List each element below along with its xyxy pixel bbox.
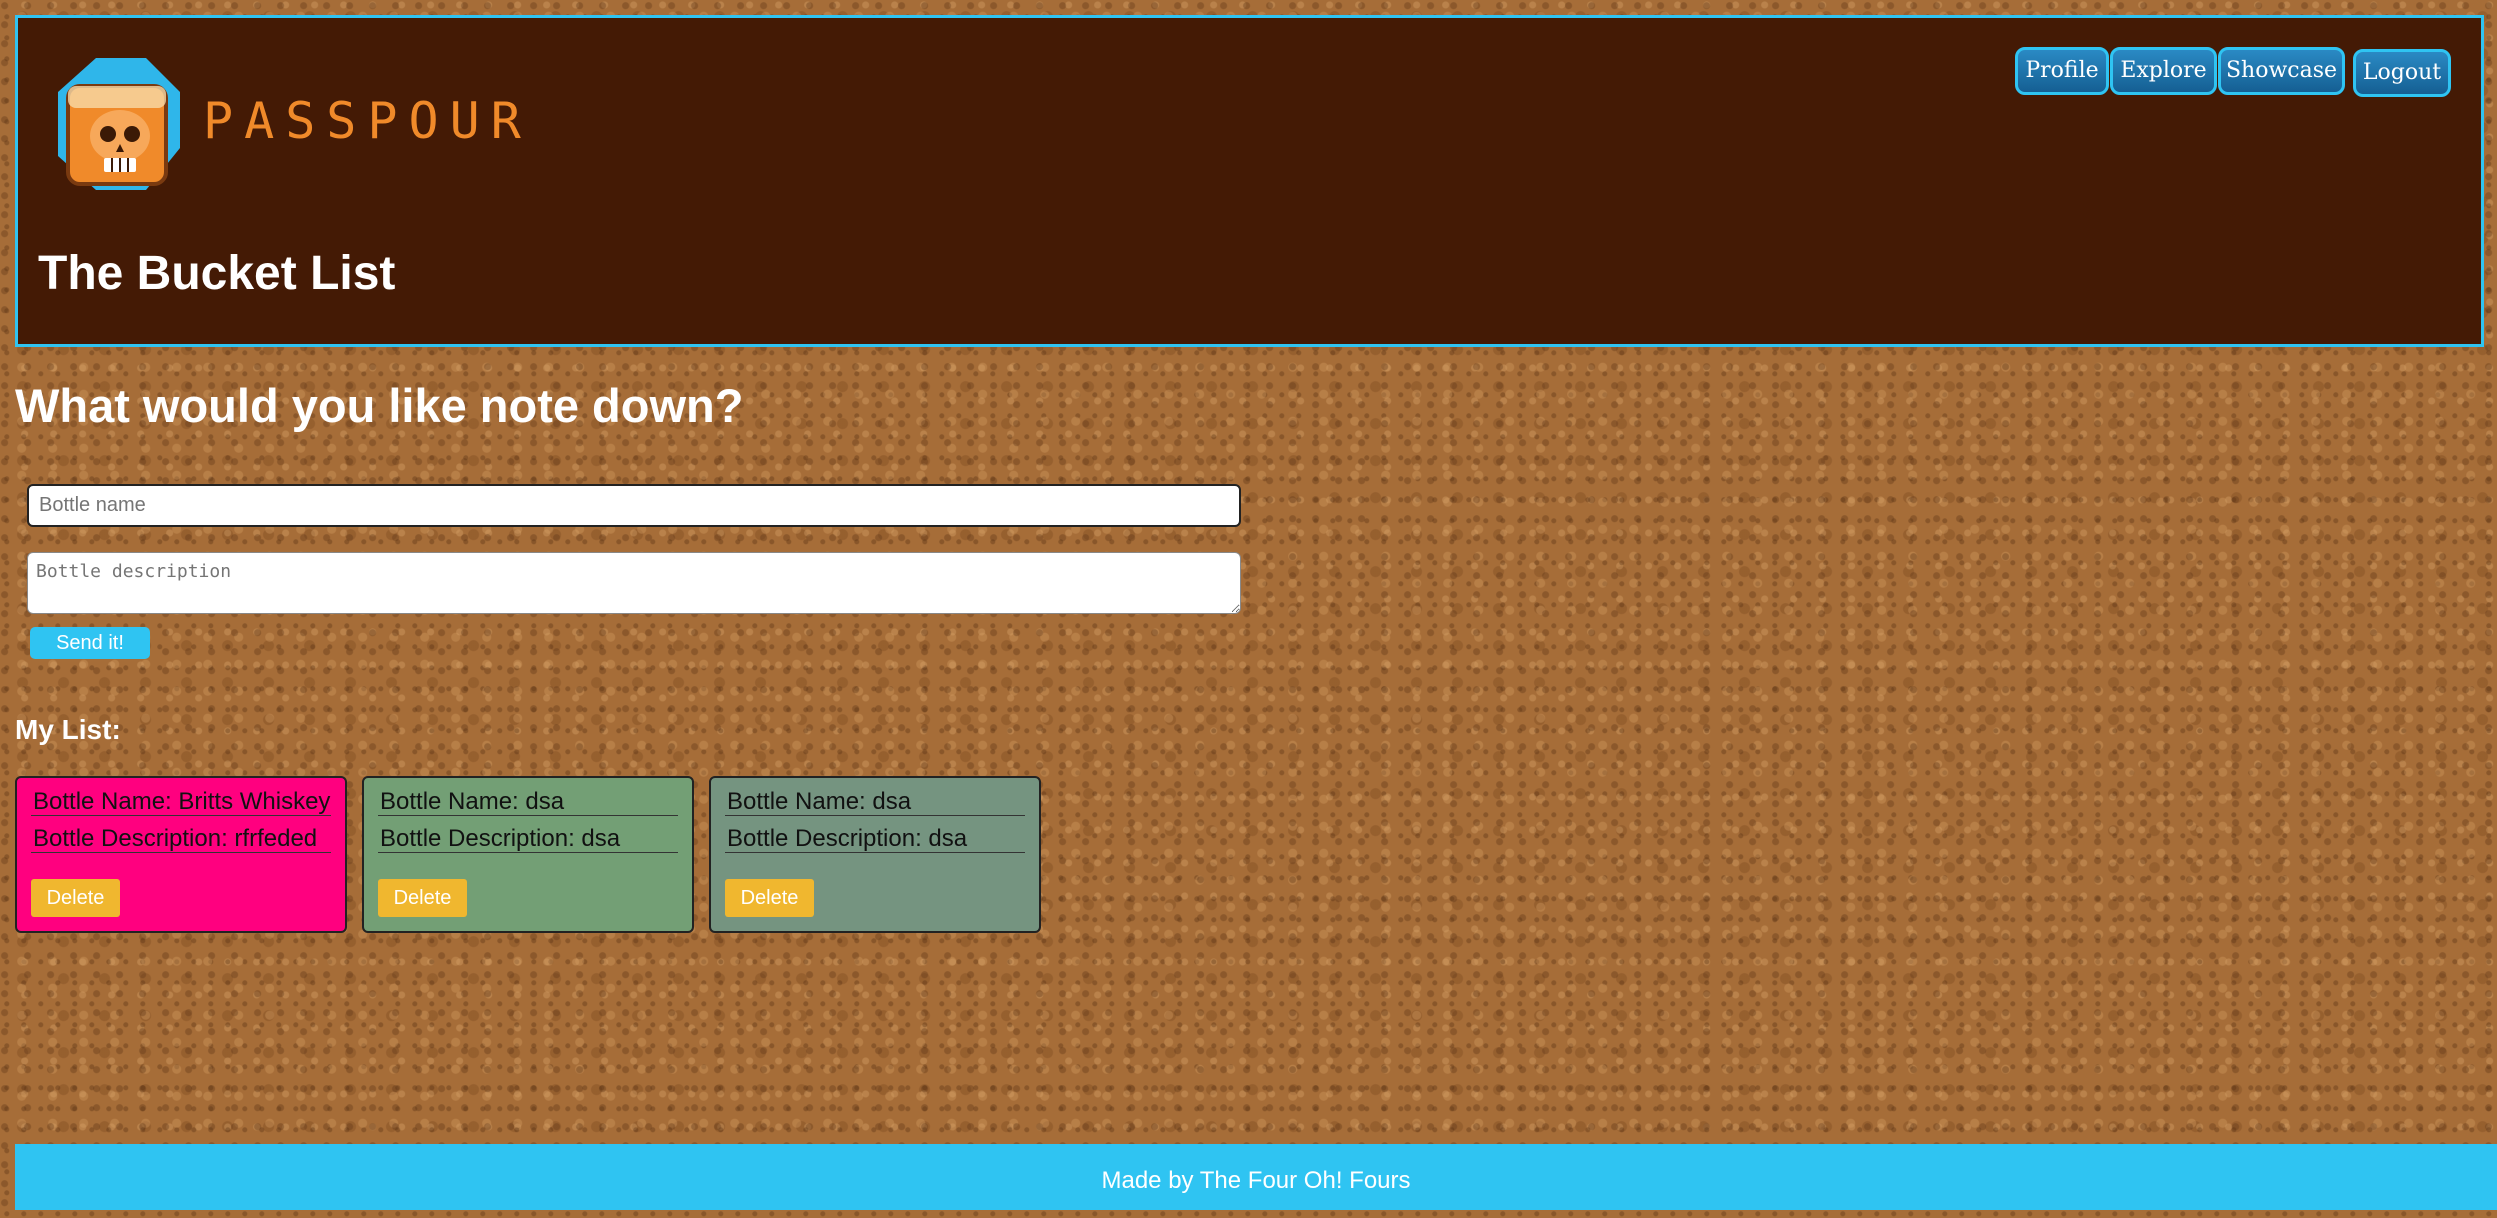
site-header: PASSPOUR The Bucket List Profile Explore… [15,15,2484,347]
site-footer: Made by The Four Oh! Fours [15,1144,2497,1210]
nav-profile-button[interactable]: Profile [2015,47,2109,95]
bottle-description-text: Bottle Description: rfrfeded [31,816,331,853]
send-button[interactable]: Send it! [30,627,150,659]
bottle-name-text: Bottle Name: dsa [725,778,1025,816]
bucket-list-card: Bottle Name: dsa Bottle Description: dsa… [709,776,1041,933]
bottle-name-text: Bottle Name: dsa [378,778,678,816]
nav-explore-button[interactable]: Explore [2110,47,2217,95]
nav-showcase-button[interactable]: Showcase [2218,47,2345,95]
list-heading: My List: [15,714,121,745]
form-heading: What would you like note down? [15,379,744,432]
bottle-description-text: Bottle Description: dsa [378,816,678,853]
bucket-list-card: Bottle Name: dsa Bottle Description: dsa… [362,776,694,933]
bottle-name-input[interactable] [27,484,1241,527]
delete-button[interactable]: Delete [378,879,467,917]
nav-logout-button[interactable]: Logout [2353,49,2451,97]
bucket-list-card: Bottle Name: Britts Whiskey Bottle Descr… [15,776,347,933]
brand-logo-text[interactable]: PASSPOUR [203,92,532,150]
bottle-description-input[interactable] [27,552,1241,614]
whiskey-glass-skull-icon[interactable] [46,52,190,196]
page-title: The Bucket List [38,247,396,300]
delete-button[interactable]: Delete [725,879,814,917]
bottle-name-text: Bottle Name: Britts Whiskey [31,778,331,816]
delete-button[interactable]: Delete [31,879,120,917]
bottle-description-text: Bottle Description: dsa [725,816,1025,853]
